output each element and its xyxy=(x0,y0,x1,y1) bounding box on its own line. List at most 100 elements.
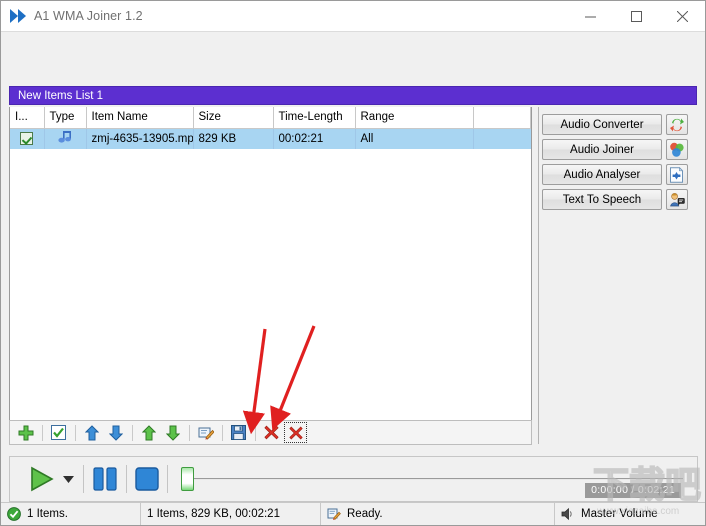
check-all-button[interactable] xyxy=(47,422,70,443)
close-button[interactable] xyxy=(659,1,705,31)
status-items-count-cell: 1 Items. xyxy=(1,502,141,525)
tool-row-audio-analyser: Audio Analyser xyxy=(542,164,698,185)
music-note-icon xyxy=(57,131,71,143)
pause-icon xyxy=(93,467,117,491)
player-separator xyxy=(126,465,127,493)
row-filler xyxy=(473,128,531,149)
row-range: All xyxy=(355,128,474,149)
audio-analyser-button[interactable]: Audio Analyser xyxy=(542,164,662,185)
row-type-cell xyxy=(44,128,87,149)
seek-slider-track[interactable] xyxy=(193,478,683,480)
application-window: A1 WMA Joiner 1.2 New Items List 1 I... … xyxy=(0,0,706,526)
list-toolbar xyxy=(9,420,532,445)
move-bottom-button[interactable] xyxy=(161,422,184,443)
text-to-speech-icon-button[interactable] xyxy=(666,189,688,210)
column-header-range[interactable]: Range xyxy=(355,107,474,129)
speaker-icon xyxy=(561,507,575,521)
items-list-tab-label: New Items List 1 xyxy=(18,89,103,102)
play-button[interactable] xyxy=(28,457,54,501)
save-button[interactable] xyxy=(227,422,250,443)
window-title: A1 WMA Joiner 1.2 xyxy=(34,9,143,23)
player-separator xyxy=(167,465,168,493)
seek-slider[interactable]: 0:00:00 / 0:02:21 xyxy=(175,457,683,501)
table-header-row: I... Type Item Name Size Time-Length Ran… xyxy=(10,107,531,129)
green-plus-icon xyxy=(18,425,33,440)
items-list-panel: I... Type Item Name Size Time-Length Ran… xyxy=(9,107,532,444)
audio-analyser-icon-button[interactable] xyxy=(666,164,688,185)
audio-converter-button[interactable]: Audio Converter xyxy=(542,114,662,135)
row-checkbox-cell[interactable] xyxy=(10,128,45,149)
add-item-button[interactable] xyxy=(14,422,37,443)
column-header-item-name[interactable]: Item Name xyxy=(86,107,194,129)
maximize-button[interactable] xyxy=(613,1,659,31)
toolbar-separator xyxy=(132,424,133,441)
tool-row-text-to-speech: Text To Speech xyxy=(542,189,698,210)
text-to-speech-button[interactable]: Text To Speech xyxy=(542,189,662,210)
player-separator xyxy=(83,465,84,493)
audio-joiner-icon-button[interactable] xyxy=(666,139,688,160)
column-header-type[interactable]: Type xyxy=(44,107,87,129)
remove-all-button[interactable] xyxy=(284,422,307,443)
time-display: 0:00:00 / 0:02:21 xyxy=(585,483,681,498)
minimize-button[interactable] xyxy=(567,1,613,31)
items-list-tab[interactable]: New Items List 1 xyxy=(9,86,697,105)
tools-panel: Audio Converter Audio Joiner Audio Analy… xyxy=(538,107,698,444)
green-check-circle-icon xyxy=(7,507,21,521)
audio-joiner-button[interactable]: Audio Joiner xyxy=(542,139,662,160)
window-controls xyxy=(567,1,705,31)
move-down-button[interactable] xyxy=(104,422,127,443)
seek-slider-thumb[interactable] xyxy=(181,467,194,491)
play-icon xyxy=(31,466,54,492)
stop-icon xyxy=(135,467,159,491)
table-row[interactable]: zmj-4635-13905.mp3 829 KB 00:02:21 All xyxy=(10,128,531,149)
toolbar-separator xyxy=(42,424,43,441)
status-summary: 1 Items, 829 KB, 00:02:21 xyxy=(147,508,280,520)
row-checkbox[interactable] xyxy=(20,132,34,146)
tool-row-audio-converter: Audio Converter xyxy=(542,114,698,135)
audio-converter-icon-button[interactable] xyxy=(666,114,688,135)
status-bar: 1 Items. 1 Items, 829 KB, 00:02:21 Ready… xyxy=(1,502,705,525)
move-up-button[interactable] xyxy=(80,422,103,443)
chevron-down-icon xyxy=(62,476,74,483)
row-item-name: zmj-4635-13905.mp3 xyxy=(86,128,194,149)
column-header-filler xyxy=(473,107,531,129)
row-size: 829 KB xyxy=(193,128,274,149)
status-state-cell: Ready. xyxy=(321,502,555,525)
items-table: I... Type Item Name Size Time-Length Ran… xyxy=(10,107,531,149)
remove-item-button[interactable] xyxy=(260,422,283,443)
move-top-button[interactable] xyxy=(137,422,160,443)
toolbar-separator xyxy=(222,424,223,441)
edit-pencil-icon xyxy=(198,427,214,440)
stop-button[interactable] xyxy=(134,457,160,501)
convert-arrows-icon xyxy=(670,118,684,131)
column-header-size[interactable]: Size xyxy=(193,107,274,129)
status-summary-cell: 1 Items, 829 KB, 00:02:21 xyxy=(141,502,321,525)
pause-button[interactable] xyxy=(91,457,119,501)
green-up-arrow-icon xyxy=(141,424,156,440)
join-circles-icon xyxy=(670,142,684,157)
blue-down-arrow-icon xyxy=(108,425,123,441)
edit-button[interactable] xyxy=(194,422,217,443)
toolbar-separator xyxy=(189,424,190,441)
status-volume-cell[interactable]: Master Volume xyxy=(555,503,705,526)
player-bar: 0:00:00 / 0:02:21 xyxy=(9,456,698,502)
app-icon xyxy=(5,1,31,31)
speech-person-icon xyxy=(670,192,685,206)
green-check-box-icon xyxy=(51,425,66,440)
status-volume-label: Master Volume xyxy=(581,508,658,520)
red-x-boxed-icon xyxy=(288,426,303,439)
toolbar-separator xyxy=(75,424,76,441)
play-dropdown-button[interactable] xyxy=(60,457,76,501)
tool-row-audio-joiner: Audio Joiner xyxy=(542,139,698,160)
column-header-time-length[interactable]: Time-Length xyxy=(273,107,356,129)
notepad-pencil-icon xyxy=(327,507,341,521)
toolbar-separator xyxy=(255,424,256,441)
red-x-icon xyxy=(264,425,279,440)
blue-up-arrow-icon xyxy=(84,424,99,440)
row-time-length: 00:02:21 xyxy=(273,128,356,149)
status-items-count: 1 Items. xyxy=(27,508,68,520)
green-down-arrow-icon xyxy=(165,425,180,441)
analyse-document-icon xyxy=(670,166,684,183)
floppy-disk-icon xyxy=(231,425,246,440)
column-header-index[interactable]: I... xyxy=(10,107,45,129)
